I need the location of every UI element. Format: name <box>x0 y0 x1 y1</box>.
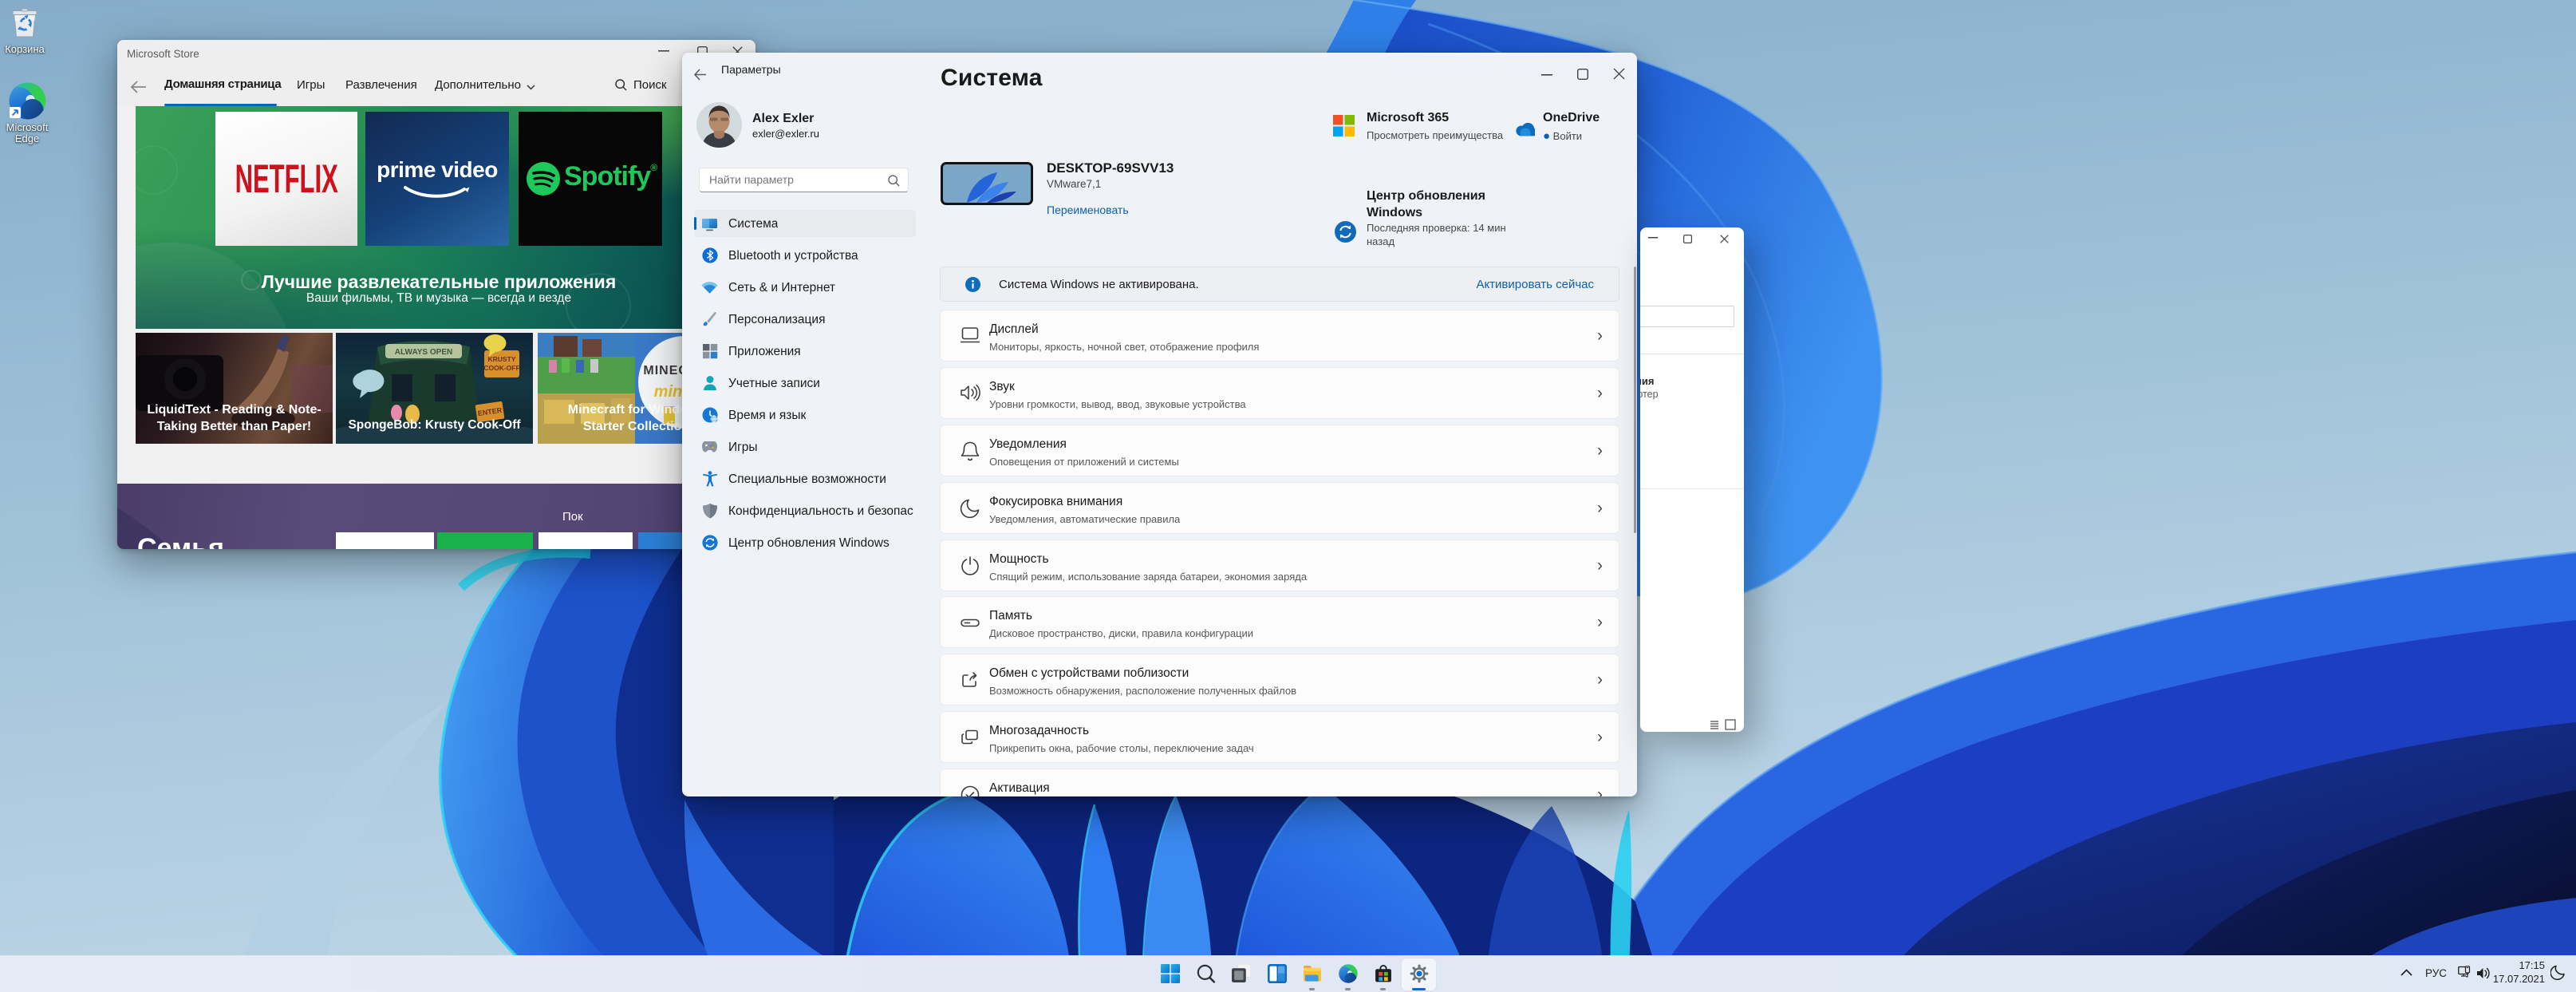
svg-text:COOK-OFF: COOK-OFF <box>483 364 519 372</box>
svg-text:ALWAYS OPEN: ALWAYS OPEN <box>395 348 452 357</box>
svg-text:KRUSTY: KRUSTY <box>488 355 516 363</box>
